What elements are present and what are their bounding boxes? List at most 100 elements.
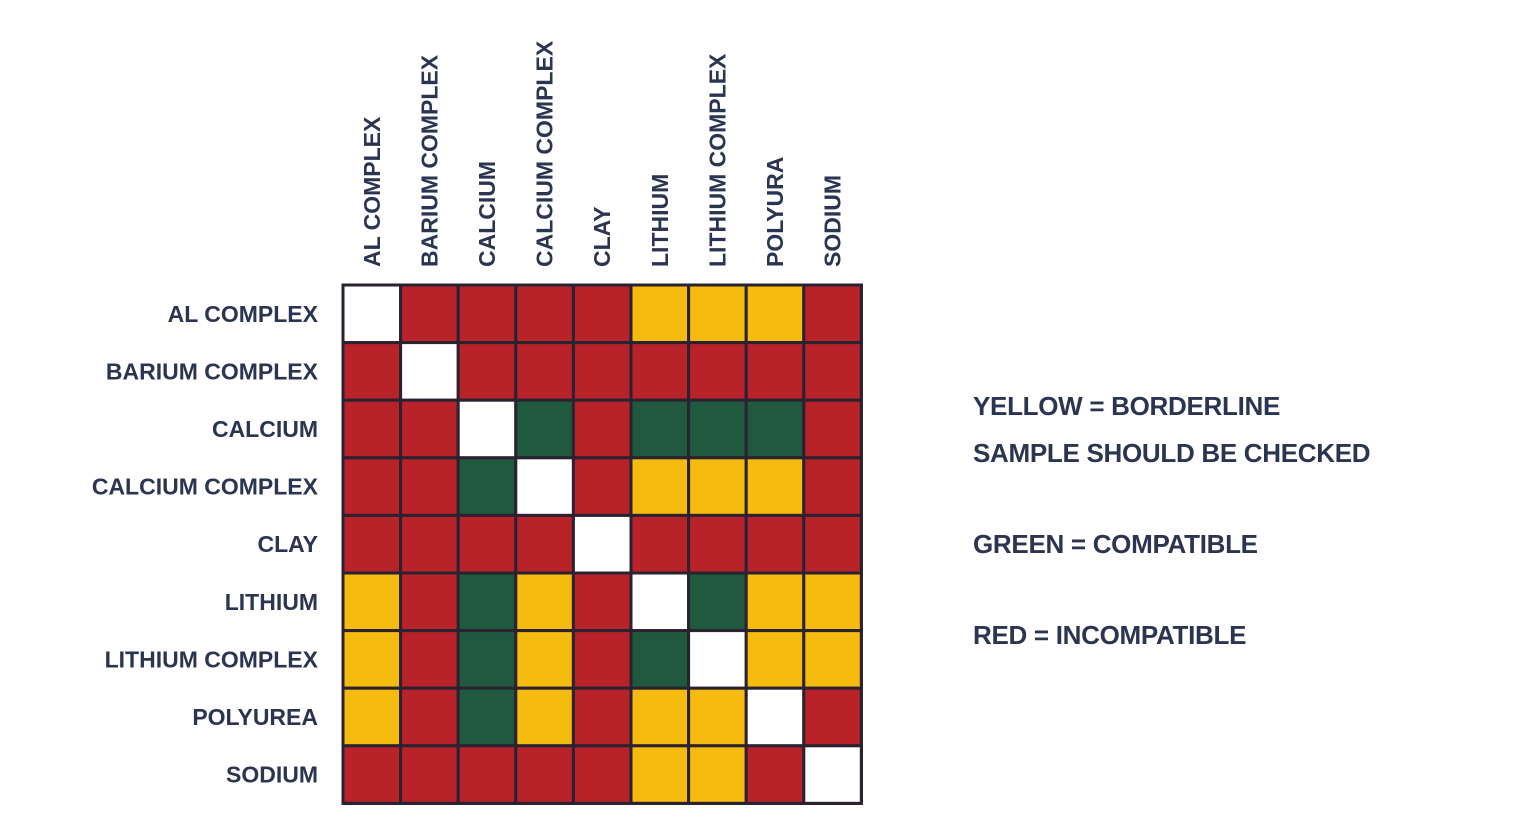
- cell-grid: [341, 283, 863, 805]
- cell-2-2: [456, 398, 518, 460]
- cell-7-0: [341, 686, 403, 748]
- cell-7-3: [514, 686, 575, 748]
- cell-1-7: [744, 341, 806, 402]
- cell-0-1: [399, 283, 460, 345]
- legend-green: GREEN = COMPATIBLE: [973, 529, 1258, 559]
- legend-yellow: YELLOW = BORDERLINE: [973, 391, 1281, 421]
- cell-0-2: [456, 283, 518, 345]
- cell-6-4: [571, 629, 633, 690]
- cell-0-5: [629, 283, 691, 345]
- cell-0-0: [341, 283, 403, 345]
- cell-2-7: [744, 398, 806, 460]
- cell-0-4: [571, 283, 633, 345]
- cell-5-3: [514, 571, 575, 633]
- cell-8-0: [341, 744, 403, 805]
- cell-3-3: [514, 456, 575, 517]
- cell-4-5: [629, 513, 691, 575]
- cell-4-1: [399, 513, 460, 575]
- column-label: CALCIUM COMPLEX: [532, 40, 558, 267]
- cell-6-5: [629, 629, 691, 690]
- column-label: CLAY: [589, 207, 615, 268]
- cell-2-1: [399, 398, 460, 460]
- column-label: LITHIUM: [647, 174, 673, 267]
- cell-1-8: [802, 341, 863, 402]
- cell-5-5: [629, 571, 691, 633]
- cell-4-2: [456, 513, 518, 575]
- cell-3-1: [399, 456, 460, 517]
- cell-3-5: [629, 456, 691, 517]
- cell-5-6: [687, 571, 748, 633]
- cell-0-8: [802, 283, 863, 345]
- cell-3-8: [802, 456, 863, 517]
- row-label: LITHIUM: [225, 589, 318, 615]
- cell-6-3: [514, 629, 575, 690]
- cell-3-7: [744, 456, 806, 517]
- cell-7-2: [456, 686, 518, 748]
- cell-7-8: [802, 686, 863, 748]
- legend-yellow-note: SAMPLE SHOULD BE CHECKED: [973, 438, 1371, 468]
- cell-0-3: [514, 283, 575, 345]
- cell-2-4: [571, 398, 633, 460]
- cell-6-2: [456, 629, 518, 690]
- cell-4-6: [687, 513, 748, 575]
- cell-1-1: [399, 341, 460, 402]
- cell-1-0: [341, 341, 403, 402]
- cell-5-8: [802, 571, 863, 633]
- cell-4-4: [571, 513, 633, 575]
- row-label: AL COMPLEX: [168, 301, 319, 327]
- cell-1-2: [456, 341, 518, 402]
- row-label: CALCIUM COMPLEX: [92, 474, 319, 500]
- cell-8-3: [514, 744, 575, 805]
- row-label: LITHIUM COMPLEX: [105, 646, 319, 672]
- cell-5-4: [571, 571, 633, 633]
- cell-5-1: [399, 571, 460, 633]
- cell-6-1: [399, 629, 460, 690]
- cell-2-6: [687, 398, 748, 460]
- row-label: POLYUREA: [192, 704, 318, 730]
- cell-7-6: [687, 686, 748, 748]
- cell-4-3: [514, 513, 575, 575]
- cell-4-0: [341, 513, 403, 575]
- cell-8-4: [571, 744, 633, 805]
- cell-0-6: [687, 283, 748, 345]
- cell-8-1: [399, 744, 460, 805]
- cell-5-7: [744, 571, 806, 633]
- row-labels: AL COMPLEX BARIUM COMPLEX CALCIUM CALCIUM C…: [92, 301, 319, 788]
- cell-4-8: [802, 513, 863, 575]
- cell-1-3: [514, 341, 575, 402]
- cell-1-5: [629, 341, 691, 402]
- cell-1-4: [571, 341, 633, 402]
- column-label: CALCIUM: [474, 161, 500, 267]
- legend-red: RED = INCOMPATIBLE: [973, 620, 1247, 650]
- cell-7-1: [399, 686, 460, 748]
- row-label: BARIUM COMPLEX: [106, 358, 319, 384]
- cell-1-6: [687, 341, 748, 402]
- cell-6-7: [744, 629, 806, 690]
- cell-3-4: [571, 456, 633, 517]
- cell-7-5: [629, 686, 691, 748]
- cell-6-6: [687, 629, 748, 690]
- cell-5-0: [341, 571, 403, 633]
- cell-2-3: [514, 398, 575, 460]
- cell-6-8: [802, 629, 863, 690]
- cell-8-2: [456, 744, 518, 805]
- cell-8-5: [629, 744, 691, 805]
- cell-8-6: [687, 744, 748, 805]
- cell-2-8: [802, 398, 863, 460]
- column-label: SODIUM: [820, 175, 846, 267]
- cell-7-4: [571, 686, 633, 748]
- cell-2-0: [341, 398, 403, 460]
- column-label: POLYURA: [762, 157, 788, 267]
- cell-0-7: [744, 283, 806, 345]
- column-label: AL COMPLEX: [359, 116, 385, 267]
- row-label: SODIUM: [226, 762, 318, 788]
- row-label: CALCIUM: [212, 416, 318, 442]
- cell-6-0: [341, 629, 403, 690]
- cell-3-0: [341, 456, 403, 517]
- cell-3-2: [456, 456, 518, 517]
- cell-8-8: [802, 744, 863, 805]
- column-label: LITHIUM COMPLEX: [704, 53, 730, 267]
- compatibility-chart: AL COMPLEX BARIUM COMPLEX CALCIUM CALCIUM C…: [92, 40, 863, 805]
- row-label: CLAY: [258, 531, 319, 557]
- column-labels: AL COMPLEX BARIUM COMPLEX CALCIUM CALCIUM C…: [359, 40, 846, 267]
